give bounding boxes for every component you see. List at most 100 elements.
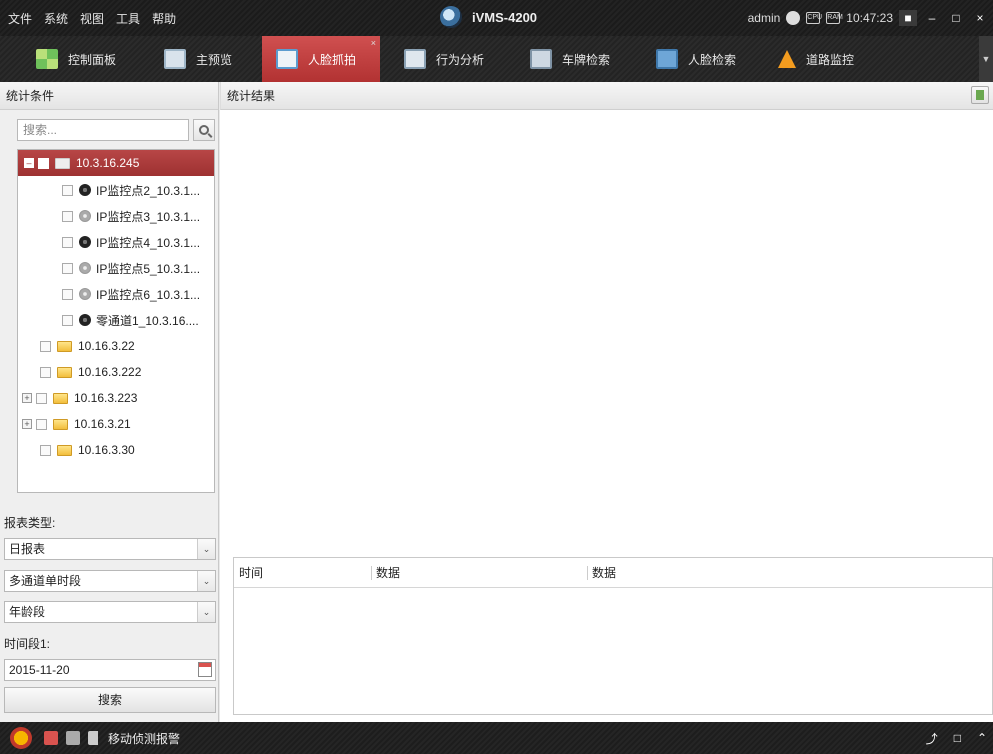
checkbox[interactable] (36, 392, 47, 404)
face-search-icon (656, 49, 678, 69)
expand-icon[interactable]: + (22, 419, 32, 429)
report-type-select[interactable]: 日报表 ⌄ (4, 538, 216, 560)
tab-face-search[interactable]: 人脸检索 (648, 36, 766, 82)
tab-close-icon[interactable]: × (371, 38, 376, 48)
device-tree: – 10.3.16.245 IP监控点2_10.3.1... IP监控点3_10… (17, 149, 215, 493)
checkbox[interactable] (36, 418, 47, 430)
expand-icon[interactable]: + (22, 393, 32, 403)
tab-label: 主预览 (196, 52, 233, 67)
speaker-icon[interactable] (88, 731, 98, 745)
tab-control-panel[interactable]: 控制面板 (28, 36, 148, 82)
tree-node-camera[interactable]: 零通道1_10.3.16.... (18, 307, 214, 333)
search-button[interactable]: 搜索 (4, 687, 216, 713)
globe-icon[interactable] (786, 11, 801, 25)
tree-node-camera[interactable]: IP监控点6_10.3.1... (18, 281, 214, 307)
chart-area (220, 111, 993, 557)
column-header-time[interactable]: 时间 (234, 558, 263, 588)
column-header-data[interactable]: 数据 (587, 566, 616, 580)
tab-road-monitor[interactable]: 道路监控 (770, 36, 890, 82)
stat-mode-select[interactable]: 多通道单时段 ⌄ (4, 570, 216, 592)
road-monitor-cone-icon (778, 50, 796, 68)
export-button[interactable] (971, 86, 989, 104)
chevron-down-icon[interactable]: ⌄ (197, 539, 215, 559)
camera-online-icon (79, 236, 91, 248)
alarm-sound-icon[interactable] (44, 731, 58, 745)
tree-node-label: 10.16.3.30 (78, 443, 135, 457)
select-value: 多通道单时段 (9, 574, 82, 588)
chevron-down-icon[interactable]: ⌄ (197, 571, 215, 591)
search-input[interactable]: 搜索... (17, 119, 189, 141)
tree-node-label: 10.16.3.223 (74, 391, 138, 405)
checkbox[interactable] (62, 314, 73, 326)
date-field[interactable]: 2015-11-20 (4, 659, 216, 681)
title-bar: 文件 系统 视图 工具 帮助 iVMS-4200 admin CPU RAM 1… (0, 0, 993, 36)
tree-node-device[interactable]: + 10.16.3.21 (18, 411, 214, 437)
menu-tools[interactable]: 工具 (116, 10, 140, 27)
checkbox[interactable] (62, 210, 73, 222)
app-title-group: iVMS-4200 (440, 6, 537, 28)
menu-view[interactable]: 视图 (80, 10, 104, 27)
checkbox[interactable] (40, 340, 51, 352)
tree-node-camera[interactable]: IP监控点4_10.3.1... (18, 229, 214, 255)
checkbox[interactable] (62, 236, 73, 248)
status-bar: 移动侦测报警 ⤴ □ ⌃ (0, 722, 993, 754)
tab-plate-search[interactable]: 车牌检索 (522, 36, 640, 82)
stat-dimension-select[interactable]: 年龄段 ⌄ (4, 601, 216, 623)
select-value: 日报表 (9, 542, 46, 556)
expand-up-icon[interactable]: ⌃ (977, 731, 987, 745)
lock-icon[interactable]: ■ (899, 10, 917, 26)
checkbox[interactable] (62, 288, 73, 300)
tree-node-label: 零通道1_10.3.16.... (96, 313, 199, 328)
tree-node-device[interactable]: 10.16.3.222 (18, 359, 214, 385)
dashboard-grid-icon (36, 49, 58, 69)
tree-node-label: IP监控点3_10.3.1... (96, 209, 201, 224)
face-capture-icon (276, 49, 298, 69)
alarm-warning-icon[interactable] (10, 727, 32, 749)
column-header-data[interactable]: 数据 (371, 566, 400, 580)
tree-node-camera[interactable]: IP监控点2_10.3.1... (18, 177, 214, 203)
close-button[interactable]: × (971, 10, 989, 26)
tree-node-device[interactable]: 10.16.3.30 (18, 437, 214, 463)
collapse-icon[interactable]: – (24, 158, 34, 168)
tab-label: 人脸检索 (688, 52, 737, 67)
module-tab-bar: 控制面板 主预览 人脸抓拍 × 行为分析 车牌检索 人脸检索 道路监控 ▼ (0, 36, 993, 82)
tree-node-camera[interactable]: IP监控点5_10.3.1... (18, 255, 214, 281)
alarm-list-icon[interactable] (66, 731, 80, 745)
tree-node-camera[interactable]: IP监控点3_10.3.1... (18, 203, 214, 229)
calendar-icon[interactable] (198, 662, 212, 677)
minimize-button[interactable]: – (923, 10, 941, 26)
camera-offline-icon (79, 262, 91, 274)
tab-behavior-analysis[interactable]: 行为分析 (396, 36, 514, 82)
select-value: 年龄段 (9, 605, 46, 619)
checkbox[interactable] (40, 366, 51, 378)
main-preview-monitor-icon (164, 49, 186, 69)
restore-icon[interactable]: □ (954, 731, 961, 745)
alarm-text: 移动侦测报警 (108, 731, 181, 746)
checkbox[interactable] (40, 444, 51, 456)
tree-node-root[interactable]: – 10.3.16.245 (18, 150, 214, 176)
chevron-down-icon[interactable]: ⌄ (197, 602, 215, 622)
tab-face-capture[interactable]: 人脸抓拍 × (262, 36, 380, 82)
tree-node-device[interactable]: 10.16.3.22 (18, 333, 214, 359)
tree-node-label: IP监控点6_10.3.1... (96, 287, 201, 302)
tab-scroll-icon[interactable]: ▼ (979, 36, 993, 82)
maximize-button[interactable]: □ (947, 10, 965, 26)
checkbox[interactable] (62, 184, 73, 196)
tree-node-label: IP监控点5_10.3.1... (96, 261, 201, 276)
menu-system[interactable]: 系统 (44, 10, 68, 27)
tab-main-preview[interactable]: 主预览 (156, 36, 256, 82)
pin-icon[interactable]: ⤴ (926, 730, 938, 747)
tree-node-device[interactable]: + 10.16.3.223 (18, 385, 214, 411)
tree-node-label: 10.16.3.21 (74, 417, 131, 431)
folder-icon (57, 340, 72, 352)
menu-file[interactable]: 文件 (8, 10, 32, 27)
menu-help[interactable]: 帮助 (152, 10, 176, 27)
camera-online-icon (79, 314, 91, 326)
checkbox[interactable] (62, 262, 73, 274)
status-bar-controls: ⤴ □ ⌃ (926, 722, 987, 754)
search-icon-button[interactable] (193, 119, 215, 141)
app-title: iVMS-4200 (472, 9, 538, 25)
tree-node-label: 10.16.3.222 (78, 365, 142, 379)
tree-node-label: 10.16.3.22 (78, 339, 135, 353)
checkbox[interactable] (38, 157, 49, 169)
